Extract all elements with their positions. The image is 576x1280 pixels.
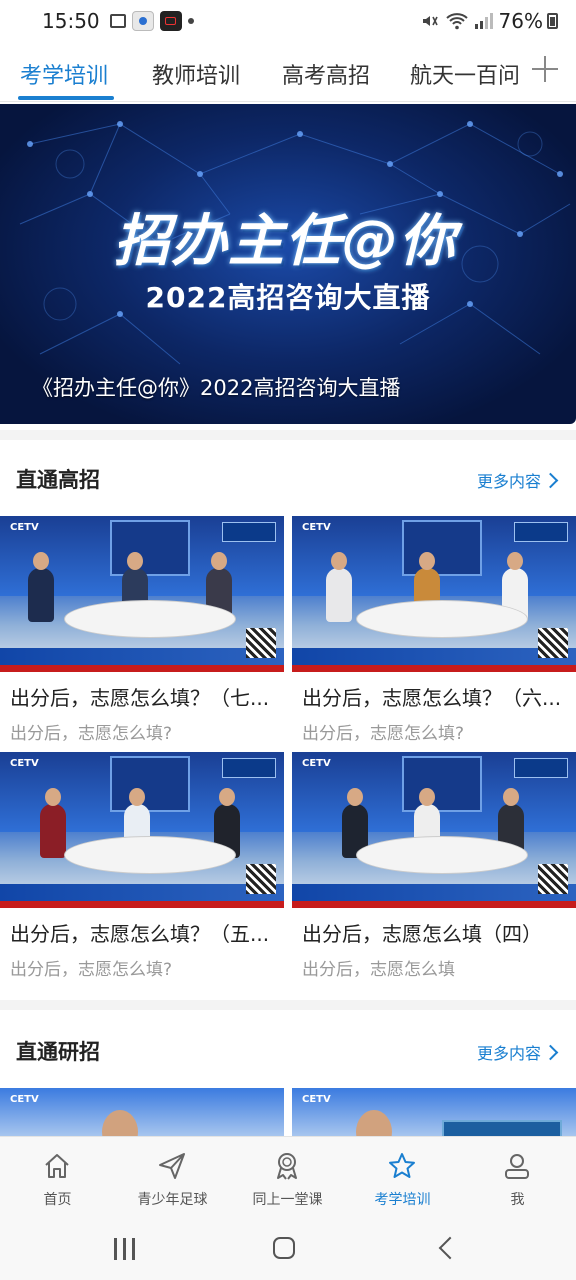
section-title: 直通研招 (16, 1040, 100, 1064)
section-divider (0, 1000, 576, 1010)
nav-label: 我 (510, 1192, 525, 1208)
system-navigation-bar (0, 1220, 576, 1280)
more-content-label: 更多内容 (476, 472, 541, 491)
status-time: 15:50 (42, 9, 100, 33)
plus-icon[interactable] (530, 54, 560, 84)
nav-item-me[interactable]: 我 (460, 1137, 575, 1221)
nav-label: 同上一堂课 (252, 1192, 323, 1208)
bottom-navigation: 首页 青少年足球 同上一堂课 考学培训 我 (0, 1136, 576, 1220)
star-icon (389, 1153, 415, 1178)
active-tab-indicator (18, 96, 114, 100)
banner-caption: 《招办主任@你》2022高招咨询大直播 (32, 376, 401, 400)
section-header-zhitong-yanzhao: 直通研招 更多内容 (0, 1020, 576, 1080)
hero-banner[interactable]: 招办主任@你 2022高招咨询大直播 《招办主任@你》2022高招咨询大直播 (0, 104, 576, 424)
more-content-link[interactable]: 更多内容 (476, 468, 559, 492)
video-thumbnail: CETV (0, 752, 284, 908)
user-icon (505, 1154, 529, 1179)
video-card[interactable]: CETV 出分后，志愿怎么填？（七... 出分后，志愿怎么填? (0, 516, 284, 744)
mute-icon (422, 16, 438, 26)
video-subtitle: 出分后，志愿怎么填? (302, 724, 465, 744)
tab-gaokao-gaozhao[interactable]: 高考高招 (282, 58, 370, 90)
nav-item-youth-football[interactable]: 青少年足球 (115, 1137, 230, 1221)
more-content-link[interactable]: 更多内容 (476, 1040, 559, 1064)
video-thumbnail: CETV (0, 516, 284, 672)
section-title: 直通高招 (16, 468, 100, 492)
chevron-right-icon (542, 472, 559, 488)
video-card[interactable]: CETV 出分后，志愿怎么填？（五... 出分后，志愿怎么填? (0, 752, 284, 980)
video-card[interactable]: CETV 出分后，志愿怎么填（四） 出分后，志愿怎么填 (292, 752, 576, 980)
dot-icon (187, 18, 194, 24)
wifi-icon (445, 13, 468, 30)
nav-label: 青少年足球 (137, 1192, 208, 1208)
banner-logo: 招办主任@你 (114, 208, 456, 274)
nav-item-home[interactable]: 首页 (0, 1137, 115, 1221)
nav-label: 考学培训 (374, 1192, 431, 1208)
video-card[interactable]: CETV 出分后，志愿怎么填？（六... 出分后，志愿怎么填? (292, 516, 576, 744)
video-thumbnail: CETV (292, 516, 576, 672)
video-title: 出分后，志愿怎么填？（五... (10, 922, 270, 946)
chevron-right-icon (542, 1044, 559, 1060)
signal-icon (474, 13, 493, 29)
send-icon (159, 1153, 185, 1179)
status-bar: 15:50 76% (0, 0, 576, 42)
award-icon (277, 1153, 297, 1180)
tab-hangtian[interactable]: 航天一百问 (410, 58, 520, 90)
nav-item-same-class[interactable]: 同上一堂课 (230, 1137, 345, 1221)
gallery-icon (109, 14, 126, 28)
battery-percent: 76% (498, 9, 543, 33)
camera-app-icon (131, 11, 154, 31)
video-subtitle: 出分后，志愿怎么填 (302, 960, 455, 980)
video-title: 出分后，志愿怎么填？（六... (302, 686, 562, 710)
video-subtitle: 出分后，志愿怎么填? (10, 960, 173, 980)
tab-kaoxue-peixun[interactable]: 考学培训 (20, 58, 108, 90)
section-header-zhitong-gaozhao: 直通高招 更多内容 (0, 448, 576, 508)
video-title: 出分后，志愿怎么填？（七... (10, 686, 270, 710)
nav-item-kaoxue-peixun[interactable]: 考学培训 (345, 1137, 460, 1221)
home-icon (45, 1154, 69, 1178)
video-subtitle: 出分后，志愿怎么填? (10, 724, 173, 744)
home-button-icon[interactable] (270, 1234, 300, 1264)
recent-apps-icon[interactable] (110, 1234, 140, 1264)
category-tab-bar: 考学培训 教师培训 高考高招 航天一百问 (0, 42, 576, 102)
section-divider (0, 430, 576, 440)
video-title: 出分后，志愿怎么填（四） (302, 922, 542, 946)
more-content-label: 更多内容 (476, 1044, 541, 1063)
banner-subtitle: 2022高招咨询大直播 (145, 281, 431, 314)
battery-icon (547, 13, 558, 29)
back-icon[interactable] (432, 1234, 462, 1264)
screen-record-icon (159, 11, 182, 31)
nav-label: 首页 (43, 1192, 72, 1208)
video-thumbnail: CETV (292, 752, 576, 908)
tab-jiaoshi-peixun[interactable]: 教师培训 (152, 58, 240, 90)
